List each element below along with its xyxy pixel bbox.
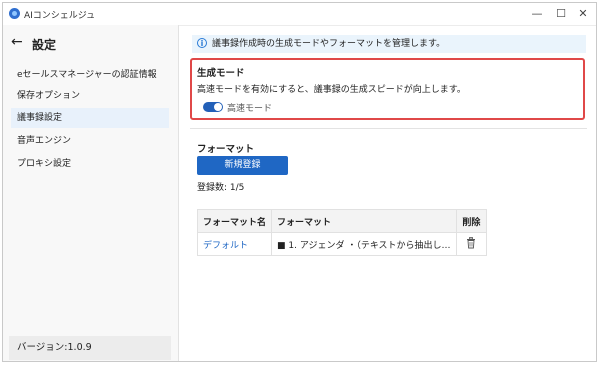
info-text: 議事録作成時の生成モードやフォーマットを管理します。 bbox=[212, 39, 446, 49]
sidebar-item-label: 議事録設定 bbox=[17, 113, 63, 123]
app-logo-icon bbox=[9, 8, 20, 19]
mode-title: 生成モード bbox=[197, 68, 245, 79]
delete-cell bbox=[455, 232, 488, 256]
sidebar-item-save-options[interactable]: 保存オプション bbox=[11, 86, 169, 106]
maximize-icon[interactable]: ☐ bbox=[552, 6, 570, 22]
format-count: 登録数: 1/5 bbox=[197, 183, 245, 193]
sidebar: ← 設定 eセールスマネージャーの認証情報 保存オプション 議事録設定 音声エン… bbox=[3, 25, 179, 361]
sidebar-item-label: 音声エンジン bbox=[17, 136, 72, 146]
trash-icon[interactable] bbox=[466, 236, 476, 249]
sidebar-item-voice-engine[interactable]: 音声エンジン bbox=[11, 131, 169, 151]
back-arrow-icon[interactable]: ← bbox=[11, 35, 23, 49]
format-name-link[interactable]: デフォルト bbox=[196, 232, 273, 256]
format-preview: ■ 1. アジェンダ ・（テキストから抽出し… bbox=[271, 232, 457, 256]
close-icon[interactable]: ✕ bbox=[574, 6, 592, 22]
fast-mode-label: 高速モード bbox=[227, 104, 273, 114]
mode-description: 高速モードを有効にすると、議事録の生成スピードが向上します。 bbox=[197, 85, 466, 95]
title-bar: AIコンシェルジュ — ☐ ✕ bbox=[3, 3, 596, 26]
divider bbox=[190, 128, 587, 129]
column-header-name: フォーマット名 bbox=[196, 209, 273, 233]
sidebar-item-label: プロキシ設定 bbox=[17, 159, 72, 169]
minimize-icon[interactable]: — bbox=[528, 6, 546, 22]
table-header-row: フォーマット名 フォーマット 削除 bbox=[196, 209, 488, 233]
toggle-knob bbox=[214, 103, 222, 111]
column-header-format: フォーマット bbox=[271, 209, 457, 233]
fast-mode-toggle[interactable] bbox=[203, 102, 223, 112]
info-banner: i 議事録作成時の生成モードやフォーマットを管理します。 bbox=[192, 35, 586, 53]
sidebar-item-label: eセールスマネージャーの認証情報 bbox=[17, 70, 157, 80]
column-header-delete: 削除 bbox=[455, 209, 488, 233]
window-title: AIコンシェルジュ bbox=[24, 11, 96, 21]
format-name[interactable]: デフォルト bbox=[203, 241, 248, 251]
table-row: デフォルト ■ 1. アジェンダ ・（テキストから抽出し… bbox=[196, 232, 488, 256]
sidebar-item-proxy[interactable]: プロキシ設定 bbox=[11, 154, 169, 174]
generation-mode-section: 生成モード 高速モードを有効にすると、議事録の生成スピードが向上します。 高速モ… bbox=[190, 58, 585, 120]
sidebar-item-label: 保存オプション bbox=[17, 91, 81, 101]
settings-title: 設定 bbox=[32, 38, 57, 52]
sidebar-item-auth[interactable]: eセールスマネージャーの認証情報 bbox=[11, 65, 169, 85]
app-window: AIコンシェルジュ — ☐ ✕ ← 設定 eセールスマネージャーの認証情報 保存… bbox=[2, 2, 597, 362]
format-table: フォーマット名 フォーマット 削除 デフォルト ■ 1. アジェンダ ・（テキス… bbox=[196, 209, 488, 256]
format-title: フォーマット bbox=[197, 144, 255, 155]
new-format-button[interactable]: 新規登録 bbox=[197, 156, 288, 175]
main-panel: i 議事録作成時の生成モードやフォーマットを管理します。 生成モード 高速モード… bbox=[179, 25, 596, 361]
version-label: バージョン:1.0.9 bbox=[9, 336, 171, 360]
info-icon: i bbox=[197, 38, 207, 48]
sidebar-item-minutes[interactable]: 議事録設定 bbox=[11, 108, 169, 128]
